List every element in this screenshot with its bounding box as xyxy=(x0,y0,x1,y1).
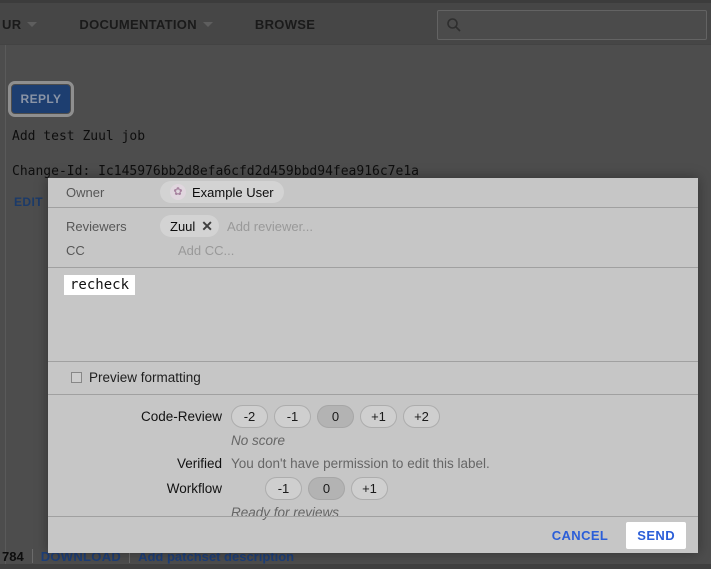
preview-formatting-label: Preview formatting xyxy=(89,370,201,385)
cc-row: CC Add CC... xyxy=(48,239,698,262)
reply-dialog: Owner ✿ Example User Reviewers Zuul ✕ Ad… xyxy=(48,178,698,553)
nav-item-documentation[interactable]: DOCUMENTATION xyxy=(79,17,213,32)
bottom-edge-bar xyxy=(0,564,711,569)
add-reviewer-input[interactable]: Add reviewer... xyxy=(227,219,313,234)
edit-link[interactable]: EDIT xyxy=(14,195,43,209)
search-box[interactable] xyxy=(437,10,707,40)
chevron-down-icon xyxy=(203,22,213,27)
verified-permission-message: You don't have permission to edit this l… xyxy=(231,453,490,475)
gerrit-screen: UR DOCUMENTATION BROWSE REPLY Add test Z… xyxy=(0,0,711,569)
labels-section: Code-Review -2 -1 0 +1 +2 No score Verif… xyxy=(48,395,698,516)
verified-row: Verified You don't have permission to ed… xyxy=(48,453,698,475)
patchset-number: 784 xyxy=(2,549,24,564)
reviewer-chip-name: Zuul xyxy=(170,219,195,234)
divider xyxy=(48,207,698,208)
owner-row: Owner ✿ Example User xyxy=(48,178,698,207)
reply-button[interactable]: REPLY xyxy=(12,85,70,113)
remove-reviewer-icon[interactable]: ✕ xyxy=(201,218,213,235)
nav-item-your-label: UR xyxy=(2,17,21,32)
nav-item-browse[interactable]: BROWSE xyxy=(255,17,315,32)
verified-label: Verified xyxy=(48,456,222,471)
reviewers-row: Reviewers Zuul ✕ Add reviewer... xyxy=(48,213,698,240)
reply-message-text: recheck xyxy=(64,275,135,295)
workflow-label: Workflow xyxy=(48,481,222,496)
top-nav-menu: UR DOCUMENTATION BROWSE xyxy=(0,3,315,45)
nav-item-documentation-label: DOCUMENTATION xyxy=(79,17,197,32)
cc-label: CC xyxy=(66,243,160,258)
workflow-zero-button[interactable]: 0 xyxy=(308,477,345,500)
send-button[interactable]: SEND xyxy=(626,522,686,549)
dialog-actions: CANCEL SEND xyxy=(48,517,698,553)
reviewers-label: Reviewers xyxy=(66,219,160,234)
code-review-buttons: -2 -1 0 +1 +2 xyxy=(231,405,446,428)
reviewer-chip[interactable]: Zuul ✕ xyxy=(160,215,219,237)
page-left-border xyxy=(5,45,6,569)
workflow-row: Workflow -1 0 +1 xyxy=(48,475,698,503)
owner-chip-name: Example User xyxy=(192,185,274,200)
code-review-row: Code-Review -2 -1 0 +1 +2 xyxy=(48,403,698,431)
code-review-minus2-button[interactable]: -2 xyxy=(231,405,268,428)
workflow-plus1-button[interactable]: +1 xyxy=(351,477,388,500)
code-review-plus1-button[interactable]: +1 xyxy=(360,405,397,428)
owner-label: Owner xyxy=(66,185,160,200)
top-nav: UR DOCUMENTATION BROWSE xyxy=(0,0,711,45)
nav-item-browse-label: BROWSE xyxy=(255,17,315,32)
chevron-down-icon xyxy=(27,22,37,27)
cancel-button[interactable]: CANCEL xyxy=(552,528,609,543)
owner-chip[interactable]: ✿ Example User xyxy=(160,181,284,203)
reply-message-textarea[interactable]: recheck xyxy=(48,268,698,361)
nav-item-your[interactable]: UR xyxy=(2,17,37,32)
preview-formatting-row: Preview formatting xyxy=(48,362,698,394)
avatar: ✿ xyxy=(170,184,186,200)
code-review-plus2-button[interactable]: +2 xyxy=(403,405,440,428)
commit-message-change-id: Change-Id: Ic145976bb2d8efa6cfd2d459bbd9… xyxy=(12,164,419,179)
commit-message-subject: Add test Zuul job xyxy=(12,129,145,144)
workflow-buttons: -1 0 +1 xyxy=(265,477,394,500)
code-review-status: No score xyxy=(231,431,698,451)
divider xyxy=(32,549,33,563)
code-review-label: Code-Review xyxy=(48,409,222,424)
add-cc-input[interactable]: Add CC... xyxy=(178,243,234,258)
code-review-minus1-button[interactable]: -1 xyxy=(274,405,311,428)
workflow-minus1-button[interactable]: -1 xyxy=(265,477,302,500)
search-icon xyxy=(446,17,462,33)
preview-formatting-checkbox[interactable] xyxy=(71,372,82,383)
search-input[interactable] xyxy=(468,18,688,33)
code-review-zero-button[interactable]: 0 xyxy=(317,405,354,428)
